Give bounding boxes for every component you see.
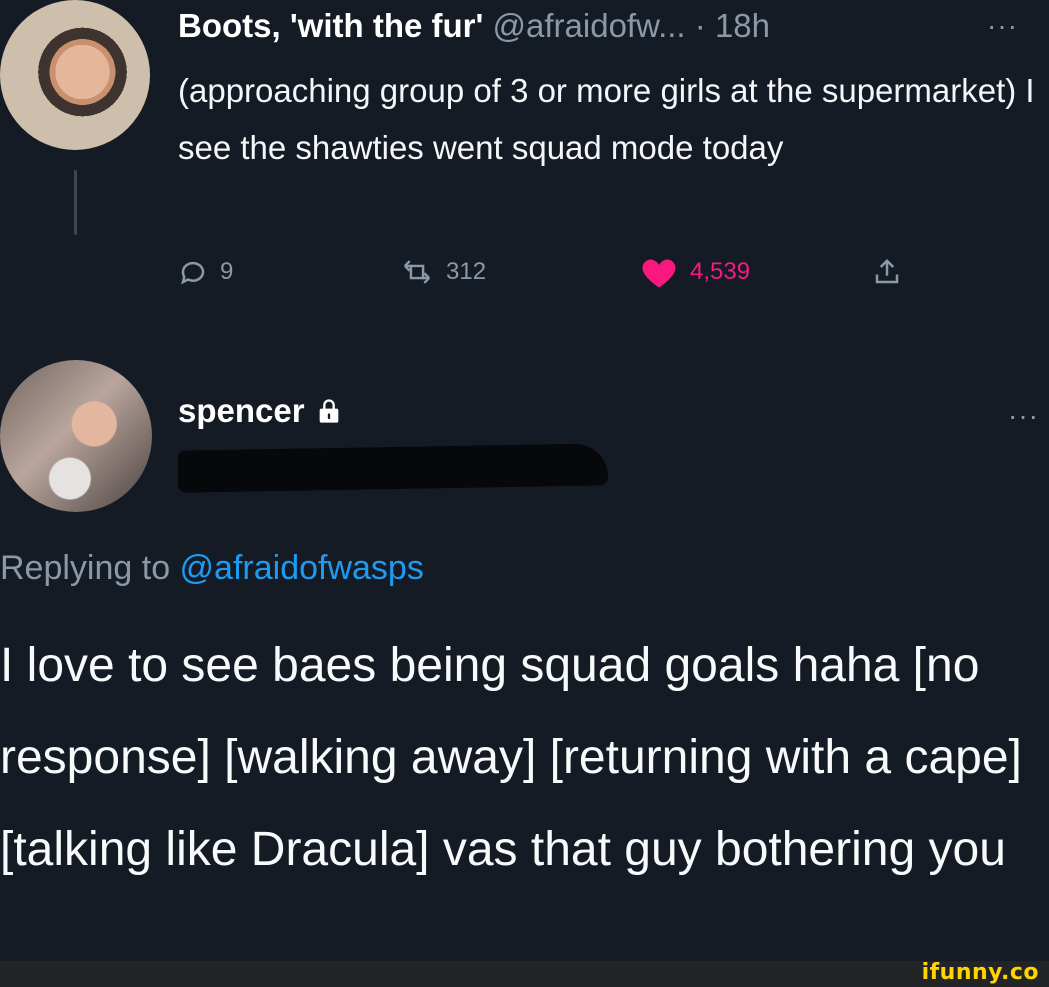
redacted-handle-scribble <box>178 443 608 493</box>
reply-button[interactable]: 9 <box>178 250 233 294</box>
retweet-icon <box>403 260 431 284</box>
original-tweet-actions: 9 312 4,539 <box>178 250 938 294</box>
reply-icon <box>181 261 205 285</box>
tweet-thread-screenshot: Boots, 'with the fur' @afraidofw... · 18… <box>0 0 1049 987</box>
original-tweet-more-button[interactable]: ··· <box>987 6 1018 46</box>
replying-to-handle-link[interactable]: @afraidofwasps <box>180 549 424 587</box>
share-button[interactable] <box>872 250 914 294</box>
original-tweet-header: Boots, 'with the fur' @afraidofw... · 18… <box>178 6 1028 46</box>
reply-tweet-more-button[interactable]: ··· <box>1008 400 1039 432</box>
like-count: 4,539 <box>690 258 751 285</box>
original-tweet-text: (approaching group of 3 or more girls at… <box>178 72 1035 166</box>
share-icon <box>875 258 899 284</box>
reply-tweet-text: I love to see baes being squad goals hah… <box>0 639 1022 876</box>
original-tweet-handle[interactable]: @afraidofw... <box>493 7 686 44</box>
header-separator: · <box>694 7 706 44</box>
reply-tweet-display-name[interactable]: spencer <box>178 392 305 430</box>
reply-count: 9 <box>220 258 234 285</box>
reply-tweet-username[interactable]: spencer <box>178 392 343 430</box>
watermark-footer: ifunny.co <box>0 960 1049 987</box>
retweet-count: 312 <box>446 258 487 285</box>
heart-filled-icon <box>642 259 676 288</box>
original-tweet-display-name[interactable]: Boots, 'with the fur' <box>178 7 483 44</box>
original-tweet-avatar[interactable] <box>0 0 150 150</box>
lock-icon <box>319 399 338 423</box>
replying-to-context: Replying to @afraidofwasps <box>0 545 424 591</box>
retweet-button[interactable]: 312 <box>400 250 486 294</box>
thread-connector-line <box>74 170 77 235</box>
like-button[interactable]: 4,539 <box>640 250 750 294</box>
original-tweet-time[interactable]: 18h <box>715 7 770 44</box>
ifunny-watermark-logo[interactable]: ifunny.co <box>922 960 1039 986</box>
replying-to-prefix: Replying to <box>0 549 180 587</box>
reply-tweet-avatar[interactable] <box>0 360 152 512</box>
